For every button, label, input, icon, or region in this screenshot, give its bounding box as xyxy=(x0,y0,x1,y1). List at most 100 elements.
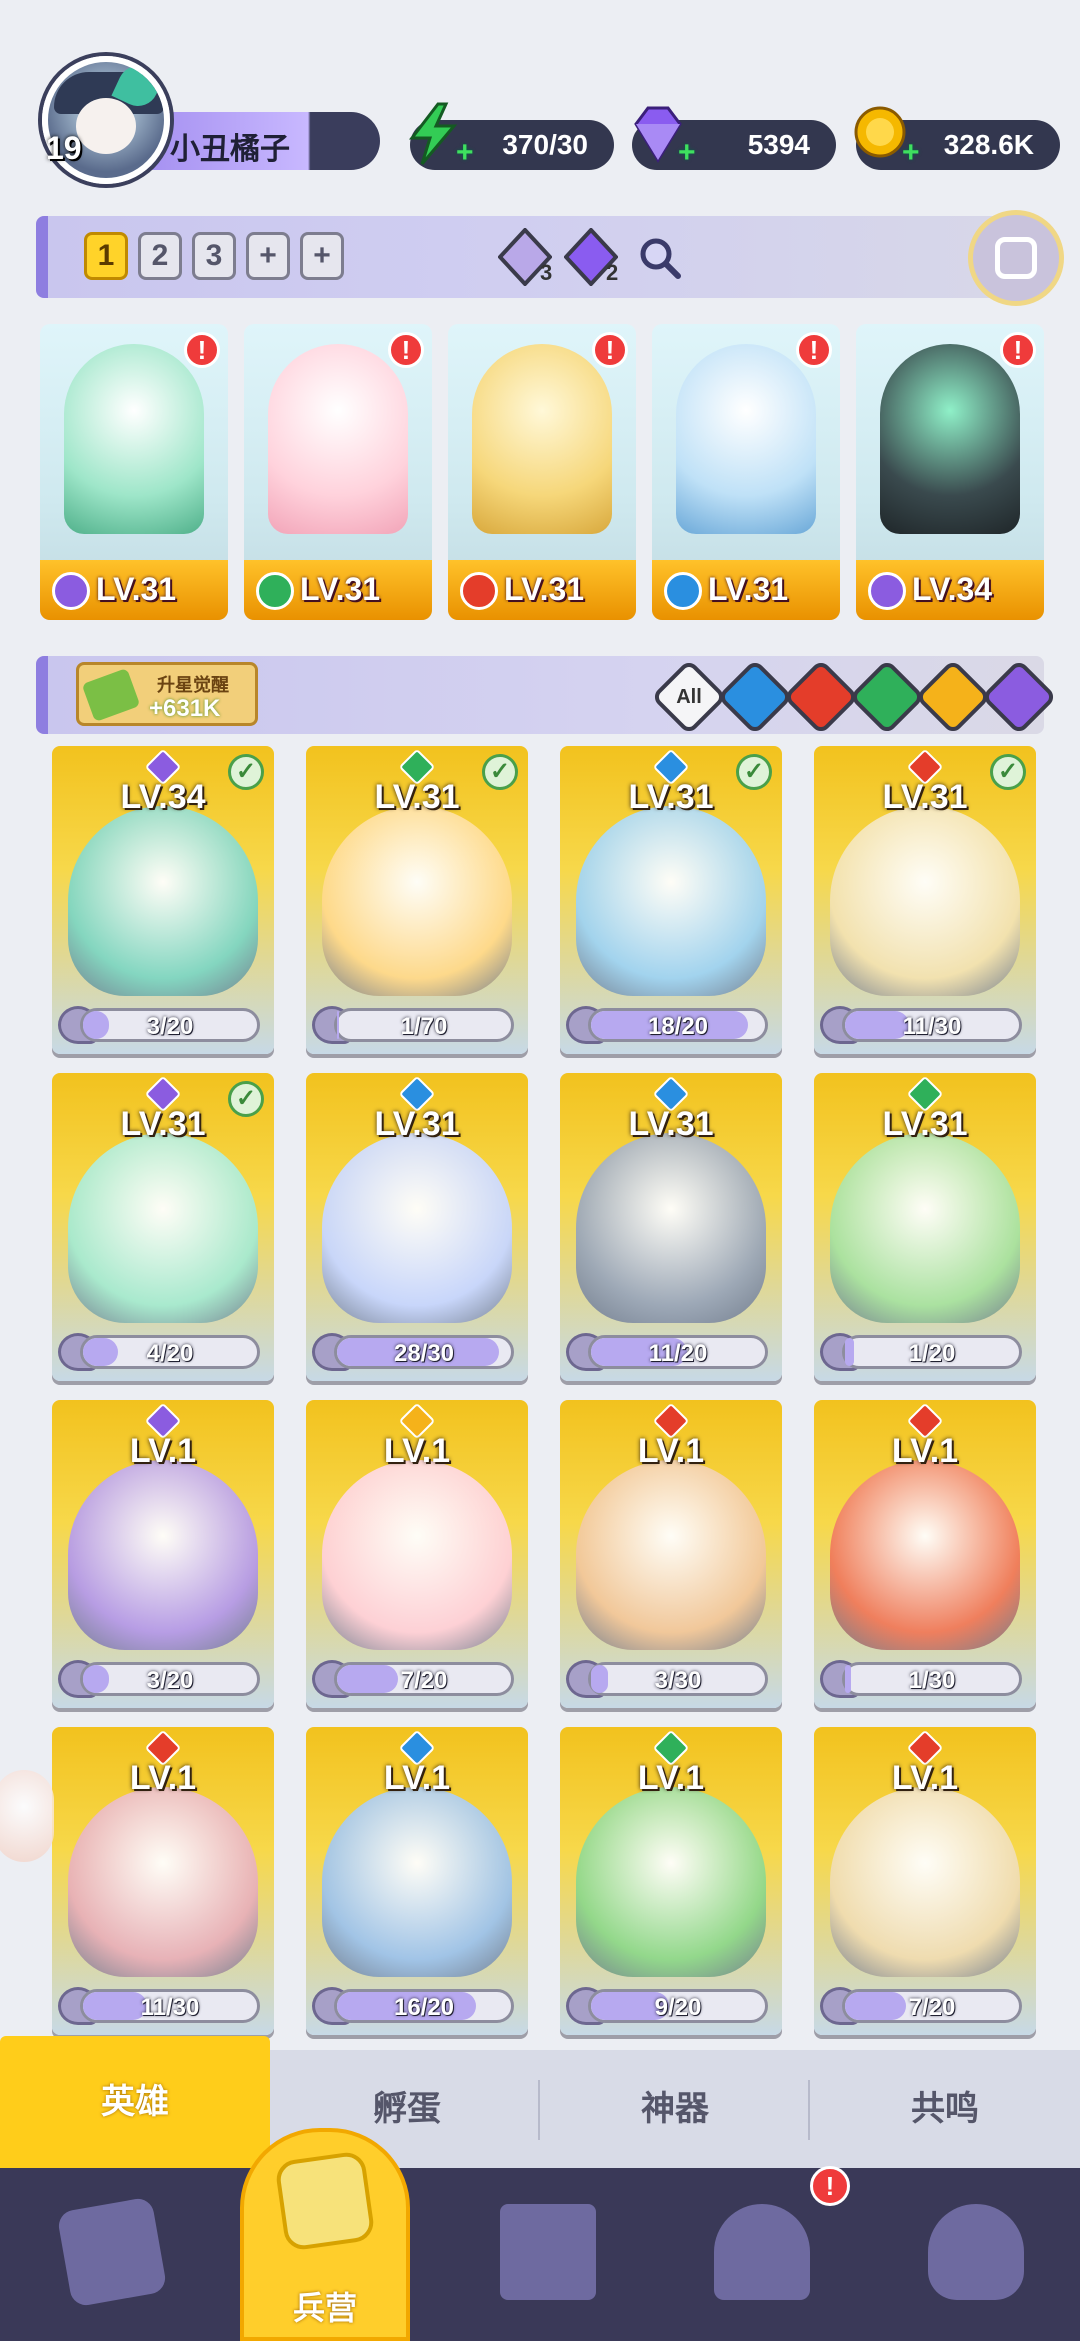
hero-card[interactable]: LV.31 11/20 xyxy=(560,1073,782,1381)
shard-progress-bar: 16/20 xyxy=(334,1989,514,2023)
hero-level: LV.1 xyxy=(637,1759,705,1797)
team-tab-add-2[interactable]: + xyxy=(300,232,344,280)
magnifier-icon[interactable] xyxy=(638,236,682,280)
energy-value: 370/30 xyxy=(502,129,588,160)
element-nature-icon xyxy=(256,572,294,610)
lightning-icon xyxy=(408,102,458,165)
hero-card[interactable]: LV.1 1/30 xyxy=(814,1400,1036,1708)
hero-card[interactable]: LV.31 ✓ 1/70 xyxy=(306,746,528,1054)
shard-progress-bar: 11/30 xyxy=(80,1989,260,2023)
hero-portrait xyxy=(64,344,204,534)
team-slot-3[interactable]: ! LV.31 xyxy=(448,324,636,620)
tab-resonance[interactable]: 共鸣 xyxy=(810,2050,1080,2168)
team-tab-1[interactable]: 1 xyxy=(84,232,128,280)
hero-portrait xyxy=(322,1787,512,1977)
hero-portrait xyxy=(880,344,1020,534)
hero-card[interactable]: LV.1 7/20 xyxy=(814,1727,1036,2035)
nav-shrine[interactable] xyxy=(680,2186,840,2326)
hero-card[interactable]: LV.34 ✓ 3/20 xyxy=(52,746,274,1054)
coins-plus-icon[interactable]: + xyxy=(902,138,924,168)
team-slot-4[interactable]: ! LV.31 xyxy=(652,324,840,620)
gem-a-count: 3 xyxy=(540,260,553,285)
team-tab-add-1[interactable]: + xyxy=(246,232,290,280)
coins-counter[interactable]: + 328.6K xyxy=(854,106,1060,170)
hero-level: LV.1 xyxy=(383,1759,451,1797)
hero-card[interactable]: LV.31 ✓ 18/20 xyxy=(560,746,782,1054)
check-icon: ✓ xyxy=(736,754,772,790)
tab-artifacts[interactable]: 神器 xyxy=(540,2050,810,2168)
team-slot-2[interactable]: ! LV.31 xyxy=(244,324,432,620)
hero-card[interactable]: LV.1 16/20 xyxy=(306,1727,528,2035)
shard-progress-text: 1/70 xyxy=(400,1013,448,1040)
hero-card[interactable]: LV.1 3/20 xyxy=(52,1400,274,1708)
shard-progress-bar: 7/20 xyxy=(842,1989,1022,2023)
nav-barracks-label: 兵营 xyxy=(292,2290,357,2326)
shard-progress-bar: 18/20 xyxy=(588,1008,768,1042)
hero-card[interactable]: LV.1 3/30 xyxy=(560,1400,782,1708)
gems-plus-icon[interactable]: + xyxy=(678,138,700,168)
tab-heroes[interactable]: 英雄 xyxy=(0,2036,270,2168)
team-slot-5[interactable]: ! LV.34 xyxy=(856,324,1044,620)
nav-shrine-alert-badge: ! xyxy=(810,2166,850,2206)
shard-progress-bar: 28/30 xyxy=(334,1335,514,1369)
shard-progress-text: 7/20 xyxy=(908,1994,956,2021)
hero-portrait xyxy=(268,344,408,534)
gems-counter[interactable]: + 5394 xyxy=(632,106,836,170)
hero-portrait xyxy=(68,1133,258,1323)
hero-portrait xyxy=(576,1787,766,1977)
energy-plus-icon[interactable]: + xyxy=(456,138,478,168)
filter-fire-icon[interactable] xyxy=(782,658,860,736)
hero-card[interactable]: LV.1 11/30 xyxy=(52,1727,274,2035)
hero-card[interactable]: LV.1 9/20 xyxy=(560,1727,782,2035)
nav-map[interactable] xyxy=(466,2186,626,2326)
nav-mushroom[interactable] xyxy=(894,2186,1054,2326)
shard-progress-text: 9/20 xyxy=(654,1994,702,2021)
hero-card[interactable]: LV.31 28/30 xyxy=(306,1073,528,1381)
alert-badge: ! xyxy=(1000,332,1036,368)
nav-cards[interactable] xyxy=(30,2186,190,2326)
team-tab-2[interactable]: 2 xyxy=(138,232,182,280)
shard-progress-text: 3/20 xyxy=(146,1013,194,1040)
shard-progress-bar: 3/30 xyxy=(588,1662,768,1696)
hero-card[interactable]: LV.1 7/20 xyxy=(306,1400,528,1708)
element-dark-icon xyxy=(868,572,906,610)
hero-level: LV.1 xyxy=(891,1759,959,1797)
filter-nature-icon[interactable] xyxy=(848,658,926,736)
hero-portrait xyxy=(68,1787,258,1977)
filter-bar: 升星觉醒 +631K All xyxy=(36,656,1058,736)
shard-progress-bar: 1/30 xyxy=(842,1662,1022,1696)
awaken-button[interactable]: 升星觉醒 +631K xyxy=(76,662,258,726)
filter-all-button[interactable]: All xyxy=(650,658,728,736)
share-button[interactable] xyxy=(968,210,1064,306)
filter-dark-icon[interactable] xyxy=(980,658,1058,736)
hero-card[interactable]: LV.31 ✓ 11/30 xyxy=(814,746,1036,1054)
hero-portrait xyxy=(830,1460,1020,1650)
shard-progress-bar: 1/70 xyxy=(334,1008,514,1042)
nav-barracks[interactable]: 兵营 xyxy=(240,2128,410,2341)
team-slot-level: LV.31 xyxy=(300,571,381,607)
gem-b-count: 2 xyxy=(606,260,619,285)
sub-tab-bar: 英雄 孵蛋 神器 共鸣 xyxy=(0,2036,1080,2168)
player-level: 19 xyxy=(46,130,82,166)
diamond-icon xyxy=(634,106,682,163)
hero-portrait xyxy=(576,1460,766,1650)
shard-progress-text: 28/30 xyxy=(393,1340,455,1367)
check-icon: ✓ xyxy=(990,754,1026,790)
check-icon: ✓ xyxy=(482,754,518,790)
hero-portrait xyxy=(68,806,258,996)
shrine-icon xyxy=(714,2204,810,2300)
shard-progress-bar: 4/20 xyxy=(80,1335,260,1369)
hero-card[interactable]: LV.31 1/20 xyxy=(814,1073,1036,1381)
player-name-plate[interactable]: 小丑橘子 xyxy=(140,112,380,170)
team-tab-3[interactable]: 3 xyxy=(192,232,236,280)
avatar-face-shape xyxy=(76,98,136,154)
team-slot-1[interactable]: ! LV.31 xyxy=(40,324,228,620)
shard-progress-bar: 9/20 xyxy=(588,1989,768,2023)
energy-counter[interactable]: + 370/30 xyxy=(408,102,614,170)
shard-progress-bar: 11/20 xyxy=(588,1335,768,1369)
hero-level: LV.1 xyxy=(891,1432,959,1470)
filter-water-icon[interactable] xyxy=(716,658,794,736)
hero-card[interactable]: LV.31 ✓ 4/20 xyxy=(52,1073,274,1381)
filter-light-icon[interactable] xyxy=(914,658,992,736)
floating-helper-avatar[interactable] xyxy=(0,1770,54,1862)
